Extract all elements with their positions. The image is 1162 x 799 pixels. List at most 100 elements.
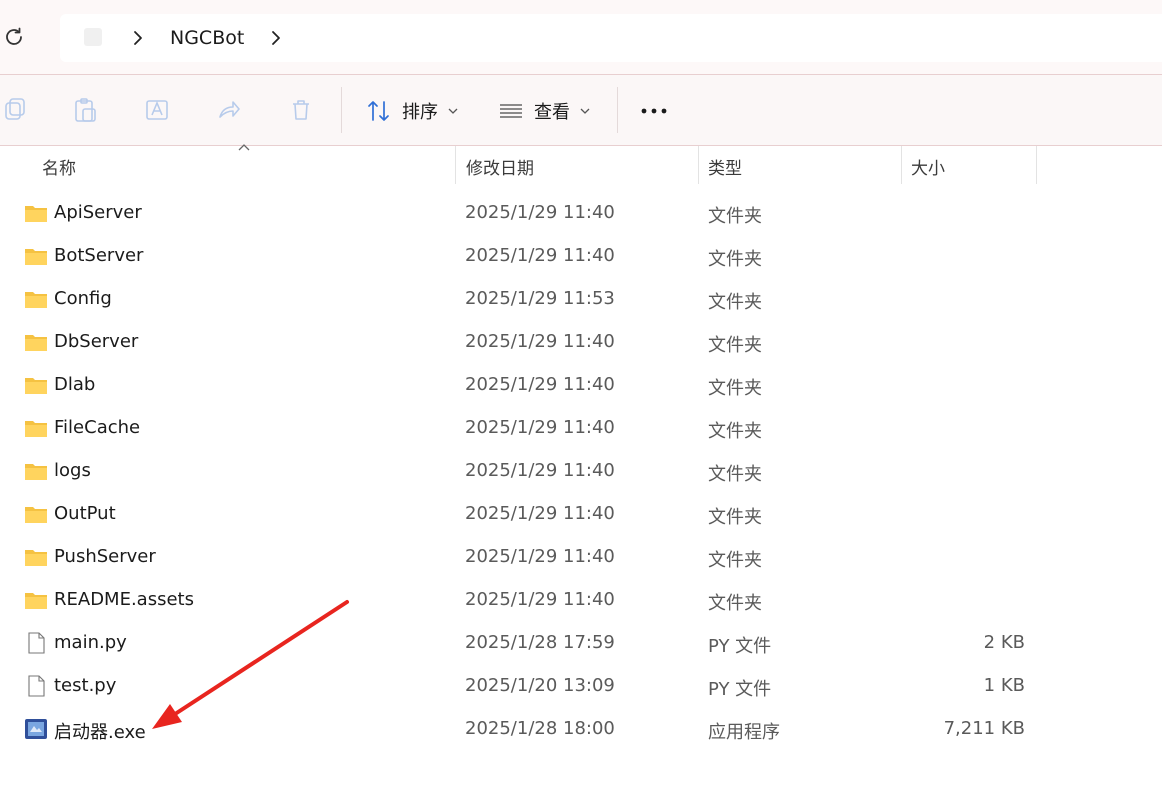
exe-icon <box>25 719 47 739</box>
rename-icon[interactable] <box>144 97 170 123</box>
toolbar-separator <box>617 87 618 133</box>
file-row[interactable]: main.py 2025/1/28 17:59 PY 文件 2 KB <box>0 622 1162 665</box>
file-date: 2025/1/29 11:53 <box>465 288 615 309</box>
file-row[interactable]: test.py 2025/1/20 13:09 PY 文件 1 KB <box>0 665 1162 708</box>
file-type: 文件夹 <box>708 335 762 356</box>
file-row[interactable]: DbServer 2025/1/29 11:40 文件夹 <box>0 321 1162 364</box>
file-icon <box>28 675 45 697</box>
file-row[interactable]: README.assets 2025/1/29 11:40 文件夹 <box>0 579 1162 622</box>
column-divider[interactable] <box>698 146 699 184</box>
folder-icon <box>25 507 47 523</box>
file-size: 7,211 KB <box>943 718 1025 739</box>
folder-icon <box>25 550 47 566</box>
file-type: 文件夹 <box>708 378 762 399</box>
column-name[interactable]: 名称 <box>42 154 76 179</box>
sort-button[interactable]: 排序 <box>366 97 458 125</box>
chevron-down-icon <box>448 108 458 114</box>
file-size: 2 KB <box>983 632 1025 653</box>
file-name: logs <box>54 460 91 481</box>
file-date: 2025/1/29 11:40 <box>465 546 615 567</box>
file-name: 启动器.exe <box>54 722 146 743</box>
column-divider[interactable] <box>455 146 456 184</box>
view-icon <box>500 104 522 118</box>
file-icon <box>28 632 45 654</box>
file-name: main.py <box>54 632 127 653</box>
folder-icon <box>25 464 47 480</box>
file-type: 应用程序 <box>708 722 780 743</box>
file-type: 文件夹 <box>708 421 762 442</box>
file-type: 文件夹 <box>708 550 762 571</box>
file-type: 文件夹 <box>708 206 762 227</box>
paste-icon[interactable] <box>72 97 98 123</box>
file-date: 2025/1/29 11:40 <box>465 331 615 352</box>
folder-icon <box>25 421 47 437</box>
file-name: FileCache <box>54 417 141 438</box>
chevron-down-icon <box>580 108 590 114</box>
file-row[interactable]: Dlab 2025/1/29 11:40 文件夹 <box>0 364 1162 407</box>
file-size: 1 KB <box>983 675 1025 696</box>
file-name: BotServer <box>54 245 144 266</box>
file-row[interactable]: ApiServer 2025/1/29 11:40 文件夹 <box>0 192 1162 235</box>
file-name: Config <box>54 288 112 309</box>
file-date: 2025/1/29 11:40 <box>465 202 615 223</box>
column-header: 名称 修改日期 类型 大小 <box>0 144 1162 186</box>
copy-icon[interactable] <box>2 97 28 123</box>
toolbar-separator <box>341 87 342 133</box>
more-icon[interactable] <box>640 107 668 115</box>
file-name: test.py <box>54 675 117 696</box>
file-date: 2025/1/29 11:40 <box>465 417 615 438</box>
file-name: README.assets <box>54 589 194 610</box>
file-row[interactable]: logs 2025/1/29 11:40 文件夹 <box>0 450 1162 493</box>
column-divider[interactable] <box>1036 146 1037 184</box>
column-divider[interactable] <box>901 146 902 184</box>
delete-icon[interactable] <box>288 97 314 123</box>
command-bar: 排序 查看 <box>0 75 1162 146</box>
file-name: OutPut <box>54 503 116 524</box>
folder-icon <box>25 335 47 351</box>
column-size[interactable]: 大小 <box>911 154 945 179</box>
file-row[interactable]: Config 2025/1/29 11:53 文件夹 <box>0 278 1162 321</box>
folder-icon <box>25 378 47 394</box>
file-name: ApiServer <box>54 202 142 223</box>
file-type: 文件夹 <box>708 593 762 614</box>
sort-ascending-icon <box>238 144 250 151</box>
file-name: DbServer <box>54 331 139 352</box>
file-date: 2025/1/29 11:40 <box>465 245 615 266</box>
file-type: 文件夹 <box>708 507 762 528</box>
folder-icon <box>25 292 47 308</box>
address-bar-area: NGCBot <box>0 0 1162 75</box>
view-label: 查看 <box>534 102 570 123</box>
file-type: 文件夹 <box>708 249 762 270</box>
share-icon[interactable] <box>216 97 242 123</box>
column-type[interactable]: 类型 <box>708 154 742 179</box>
file-date: 2025/1/29 11:40 <box>465 460 615 481</box>
folder-icon <box>25 593 47 609</box>
file-type: 文件夹 <box>708 292 762 313</box>
folder-icon <box>25 206 47 222</box>
view-button[interactable]: 查看 <box>498 97 590 125</box>
sort-label: 排序 <box>402 102 438 123</box>
file-date: 2025/1/29 11:40 <box>465 589 615 610</box>
breadcrumb-ngcbot[interactable]: NGCBot <box>170 27 244 49</box>
home-icon[interactable] <box>82 26 104 48</box>
file-row[interactable]: BotServer 2025/1/29 11:40 文件夹 <box>0 235 1162 278</box>
refresh-icon[interactable] <box>2 26 26 50</box>
file-date: 2025/1/29 11:40 <box>465 503 615 524</box>
folder-icon <box>25 249 47 265</box>
file-row[interactable]: PushServer 2025/1/29 11:40 文件夹 <box>0 536 1162 579</box>
address-box[interactable]: NGCBot <box>60 14 1162 62</box>
sort-icon <box>368 101 389 121</box>
file-date: 2025/1/28 18:00 <box>465 718 615 739</box>
file-row[interactable]: 启动器.exe 2025/1/28 18:00 应用程序 7,211 KB <box>0 708 1162 751</box>
file-type: PY 文件 <box>708 679 772 700</box>
file-date: 2025/1/20 13:09 <box>465 675 615 696</box>
file-row[interactable]: FileCache 2025/1/29 11:40 文件夹 <box>0 407 1162 450</box>
file-row[interactable]: OutPut 2025/1/29 11:40 文件夹 <box>0 493 1162 536</box>
file-date: 2025/1/28 17:59 <box>465 632 615 653</box>
file-name: Dlab <box>54 374 96 395</box>
chevron-right-icon[interactable] <box>130 28 146 48</box>
file-type: 文件夹 <box>708 464 762 485</box>
file-date: 2025/1/29 11:40 <box>465 374 615 395</box>
column-date[interactable]: 修改日期 <box>466 154 534 179</box>
chevron-right-icon[interactable] <box>268 28 284 48</box>
